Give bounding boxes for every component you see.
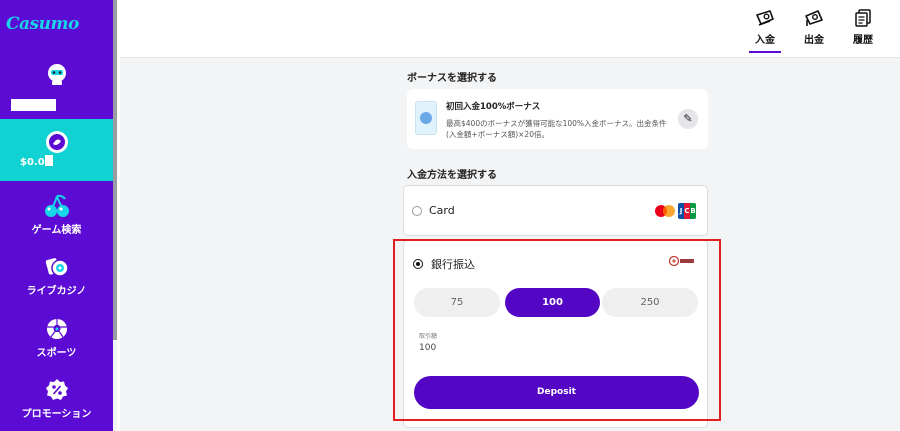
jcb-icon: JCB	[678, 203, 696, 219]
bonus-description: 最高$400のボーナスが獲得可能な100%入金ボーナス。出金条件(入金額+ボーナ…	[446, 119, 667, 139]
sidebar-item-label: ゲーム検索	[31, 225, 82, 236]
sidebar-item-live-casino[interactable]: ライブカジノ	[0, 254, 113, 297]
wallet-out-icon	[805, 10, 823, 26]
sidebar-item-promotions[interactable]: プロモーション	[0, 377, 113, 420]
bank-transfer-card[interactable]: 銀行振込 75 100 250 取引額 100 Deposit	[403, 240, 708, 428]
bank-logo-icon	[669, 255, 694, 267]
mastercard-icon	[655, 205, 675, 217]
payment-method-section-title: 入金方法を選択する	[407, 170, 497, 181]
tab-deposit[interactable]: 入金	[747, 8, 783, 53]
bonus-card[interactable]: 初回入金100%ボーナス 最高$400のボーナスが獲得可能な100%入金ボーナス…	[407, 89, 708, 149]
amount-option-250[interactable]: 250	[602, 288, 698, 317]
sidebar-item-label: スポーツ	[36, 348, 77, 359]
sidebar-item-label: ライブカジノ	[26, 286, 87, 297]
bank-transfer-radio[interactable]	[413, 259, 423, 269]
amount-option-75[interactable]: 75	[414, 288, 500, 317]
tab-withdraw[interactable]: 出金	[796, 8, 832, 46]
card-label: Card	[429, 204, 455, 217]
top-bar: 入金 出金 履歴	[120, 0, 900, 58]
bonus-badge-icon	[420, 112, 432, 124]
user-profile[interactable]	[0, 62, 113, 117]
sidebar-item-sports[interactable]: スポーツ	[0, 316, 113, 359]
bonus-name: 初回入金100%ボーナス	[446, 102, 541, 112]
avatar-icon	[47, 64, 66, 85]
wallet-in-icon	[756, 10, 774, 26]
bonus-thumbnail	[415, 101, 437, 135]
sidebar-divider	[117, 0, 120, 431]
balance-amount: $0.0	[20, 157, 45, 168]
soccer-ball-icon	[46, 319, 67, 339]
tab-label: 入金	[755, 35, 775, 46]
transaction-amount-value: 100	[419, 343, 437, 353]
bonus-section-title: ボーナスを選択する	[407, 73, 497, 84]
tab-label: 履歴	[853, 35, 873, 46]
live-casino-icon	[45, 258, 69, 277]
casumo-logo[interactable]: Casumo	[6, 14, 79, 34]
amount-option-100[interactable]: 100	[505, 288, 600, 317]
transaction-amount-label: 取引額	[419, 333, 438, 340]
coin-icon	[45, 131, 68, 153]
sidebar-item-label: プロモーション	[21, 409, 92, 420]
tab-history[interactable]: 履歴	[845, 8, 881, 46]
balance-redaction	[44, 155, 53, 166]
percent-badge-icon	[45, 379, 68, 400]
payment-method-card[interactable]: Card JCB	[403, 185, 708, 236]
edit-bonus-button[interactable]: ✎	[678, 109, 698, 129]
history-icon	[855, 9, 871, 27]
card-radio[interactable]	[412, 206, 422, 216]
pencil-icon: ✎	[683, 112, 693, 125]
sidebar: Casumo $0.0 ゲーム検索 ライブカジノ スポーツ プロモーション	[0, 0, 113, 431]
sidebar-item-game-search[interactable]: ゲーム検索	[0, 193, 113, 236]
tab-label: 出金	[804, 35, 824, 46]
balance-item[interactable]: $0.0	[0, 119, 113, 181]
cherries-icon	[44, 194, 69, 217]
bank-transfer-label: 銀行振込	[431, 258, 475, 271]
deposit-button[interactable]: Deposit	[414, 376, 699, 409]
username-redacted	[11, 99, 56, 111]
active-tab-indicator	[749, 51, 781, 53]
